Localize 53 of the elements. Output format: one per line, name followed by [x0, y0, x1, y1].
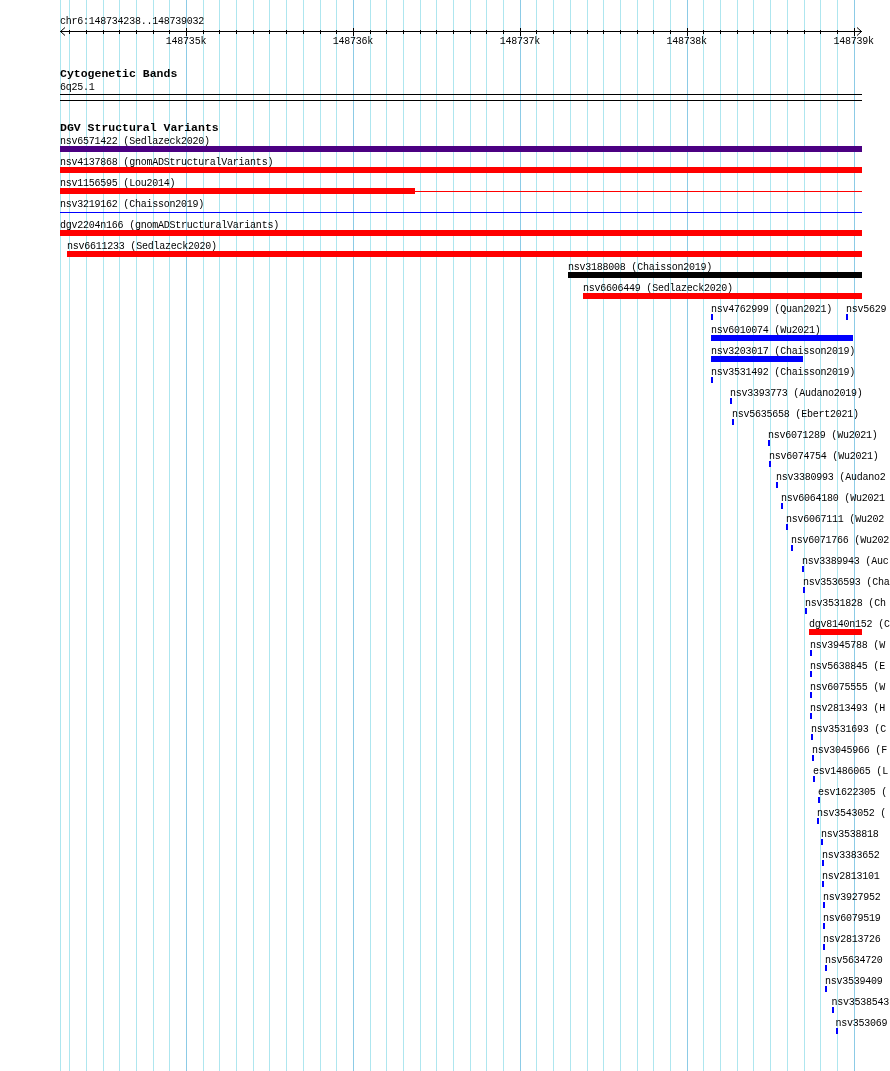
variant-label: nsv2813493 (H — [810, 703, 885, 714]
variant-label: dgv8140n152 (C — [809, 619, 890, 630]
ruler-tick-label: 148739k — [833, 36, 874, 47]
variant-label: nsv3927952 — [823, 892, 881, 903]
variant-label: nsv5638845 (E — [810, 661, 885, 672]
variant-label: nsv3383652 — [822, 850, 880, 861]
variant-label: nsv6079519 — [823, 913, 881, 924]
variant-label: nsv3531828 (Ch — [805, 598, 886, 609]
variant-label: nsv3538818 — [821, 829, 879, 840]
variant-label: nsv4137868 (gnomADStructuralVariants) — [60, 157, 274, 168]
track-title: DGV Structural Variants — [60, 121, 219, 134]
variant-label: nsv5634720 — [825, 955, 883, 966]
variant-label: nsv2813726 — [823, 934, 881, 945]
ruler-tick-label: 148738k — [666, 36, 707, 47]
variant-label: nsv6571422 (Sedlazeck2020) — [60, 136, 210, 147]
variant-label: esv1622305 ( — [818, 787, 888, 798]
variant-label: nsv3536593 (Cha — [803, 577, 890, 588]
variant-label: nsv3538543 — [831, 997, 890, 1008]
variant-label: nsv3389943 (Auc — [802, 556, 889, 567]
variant-label: nsv3219162 (Chaisson2019) — [60, 199, 205, 210]
variant-label: nsv3188008 (Chaisson2019) — [568, 262, 713, 273]
variant-label: nsv3539409 — [825, 976, 883, 987]
variant-label: nsv3380993 (Audano2 — [776, 472, 886, 483]
variant-label: nsv3203017 (Chaisson2019) — [711, 346, 856, 357]
variant-label: nsv6071289 (Wu2021) — [768, 430, 878, 441]
variant-label: esv1486065 (L — [813, 766, 888, 777]
ruler-tick-label: 148735k — [165, 36, 207, 47]
variant-label: nsv5635658 (Ebert2021) — [732, 409, 859, 420]
variant-label: nsv3045966 (F — [812, 745, 887, 756]
variant-label: nsv6064180 (Wu2021 — [781, 493, 885, 504]
variant-label: nsv3945788 (W — [810, 640, 885, 651]
variant-label: nsv2813101 — [822, 871, 880, 882]
variant-label: nsv5629 — [846, 304, 887, 315]
region-label: chr6:148734238..148739032 — [60, 16, 205, 27]
variant-label: nsv3393773 (Audano2019) — [730, 388, 863, 399]
variant-label: nsv1156595 (Lou2014) — [60, 178, 176, 189]
variant-label: nsv6074754 (Wu2021) — [769, 451, 879, 462]
variant-label: nsv3531693 (C — [811, 724, 886, 735]
variant-label: nsv6606449 (Sedlazeck2020) — [583, 283, 733, 294]
ruler-tick-label: 148736k — [332, 36, 374, 47]
variant-label: nsv3543052 ( — [817, 808, 887, 819]
variant-label: nsv6067111 (Wu202 — [786, 514, 884, 525]
variant-label: nsv3531492 (Chaisson2019) — [711, 367, 856, 378]
variant-label: nsv6010074 (Wu2021) — [711, 325, 821, 336]
variant-label: nsv6071766 (Wu202 — [791, 535, 889, 546]
track-title: Cytogenetic Bands — [60, 67, 178, 80]
cytoband-label: 6q25.1 — [60, 81, 95, 93]
variant-label: nsv6611233 (Sedlazeck2020) — [67, 241, 217, 252]
ruler-tick-label: 148737k — [499, 36, 540, 47]
variant-label: nsv353069 — [835, 1018, 888, 1029]
variant-label: dgv2204n166 (gnomADStructuralVariants) — [60, 220, 279, 231]
variant-label: nsv4762999 (Quan2021) — [711, 304, 832, 315]
variant-label: nsv6075555 (W — [810, 682, 885, 693]
